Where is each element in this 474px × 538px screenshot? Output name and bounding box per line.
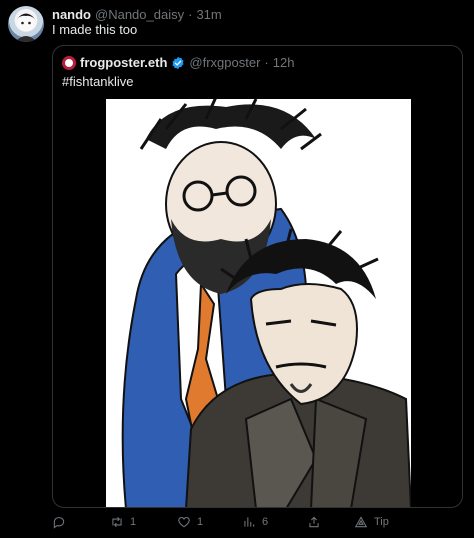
separator-dot: · (188, 6, 193, 22)
quoted-post-time[interactable]: 12h (273, 55, 295, 70)
reply-button[interactable] (52, 515, 72, 529)
separator-dot: · (264, 55, 269, 70)
post-header: nando @Nando_daisy · 31m (52, 6, 222, 22)
quoted-display-name[interactable]: frogposter.eth (80, 55, 167, 70)
verified-icon (172, 56, 184, 69)
like-icon (178, 517, 190, 528)
action-bar: 1 1 6 Tip (52, 515, 412, 531)
like-button[interactable]: 1 (177, 515, 203, 529)
repost-count: 1 (130, 516, 137, 528)
repost-button[interactable]: 1 (110, 515, 136, 529)
share-icon (309, 516, 319, 528)
attached-image[interactable] (106, 99, 411, 507)
share-button[interactable] (307, 515, 321, 529)
like-count: 1 (197, 516, 204, 528)
views-icon (244, 517, 255, 527)
tip-icon (354, 516, 368, 528)
reply-icon (53, 517, 65, 529)
repost-icon (112, 516, 122, 528)
user-handle[interactable]: @Nando_daisy (95, 7, 184, 22)
views-button[interactable]: 6 (242, 515, 268, 529)
quoted-user-handle[interactable]: @frxgposter (189, 55, 260, 70)
quoted-post[interactable]: frogposter.eth @frxgposter · 12h #fishta… (52, 45, 463, 508)
post-text: I made this too (52, 22, 138, 37)
tip-button[interactable]: Tip (354, 515, 389, 529)
avatar[interactable] (8, 6, 44, 42)
views-count: 6 (262, 516, 269, 528)
display-name[interactable]: nando (52, 7, 91, 22)
hashtag-link[interactable]: #fishtanklive (62, 74, 134, 89)
quoted-avatar[interactable] (62, 55, 76, 70)
post-time[interactable]: 31m (196, 7, 221, 22)
post[interactable]: nando @Nando_daisy · 31m I made this too… (0, 0, 474, 538)
quoted-post-header: frogposter.eth @frxgposter · 12h (62, 55, 294, 70)
tip-label: Tip (374, 516, 389, 528)
